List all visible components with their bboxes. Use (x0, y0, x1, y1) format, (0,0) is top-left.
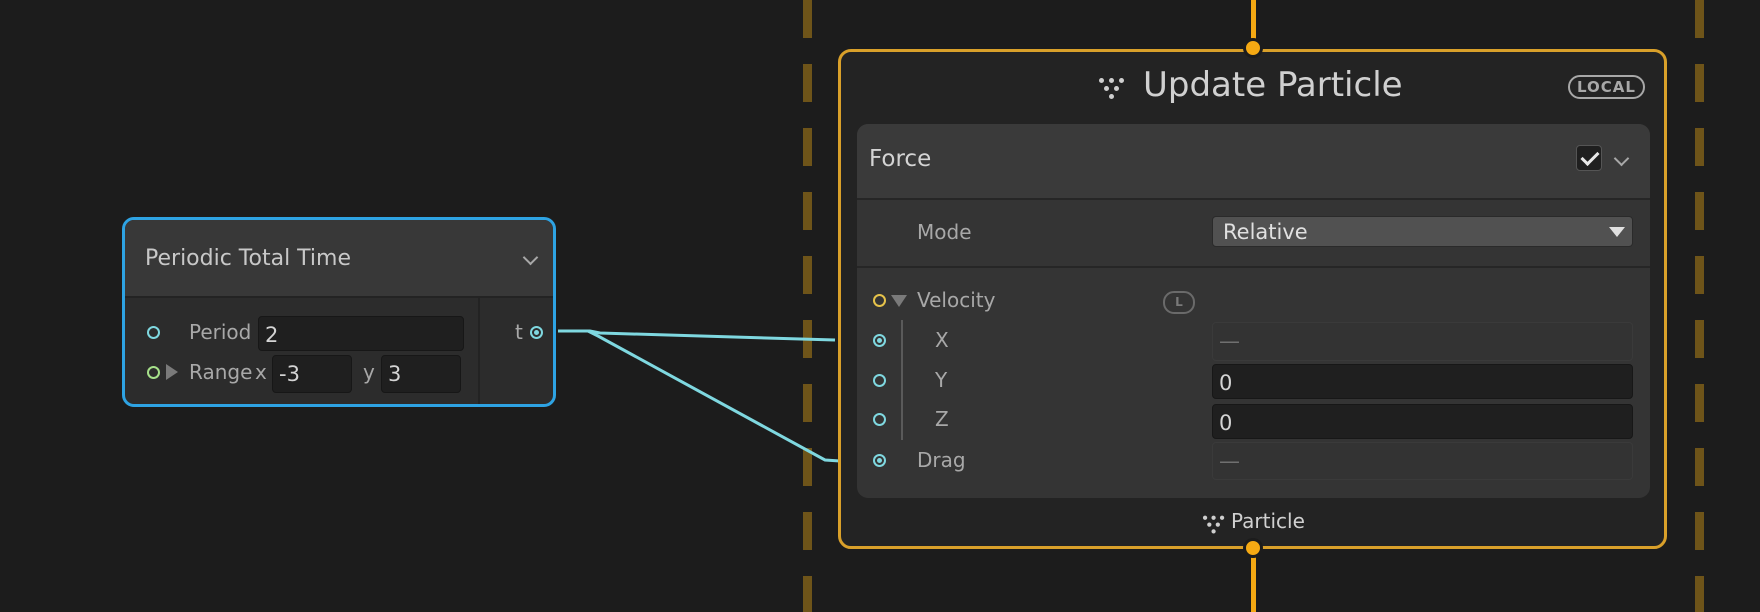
period-input-port[interactable] (147, 326, 160, 339)
edge-t-to-drag (558, 329, 841, 463)
system-border-right (1695, 0, 1704, 612)
block-enabled-checkbox[interactable] (1576, 145, 1602, 171)
range-label: Range (189, 360, 253, 384)
output-t-port[interactable] (530, 326, 543, 339)
mode-dropdown[interactable]: Relative (1212, 216, 1633, 247)
block-title: Force (869, 146, 932, 172)
drag-field: — (1212, 442, 1633, 480)
velocity-x-field: — (1212, 322, 1633, 361)
edge-t-to-velocity-x (558, 329, 836, 342)
velocity-z-label: Z (935, 407, 949, 431)
range-x-label: x (255, 360, 267, 384)
particle-icon (1202, 515, 1225, 535)
context-title: Update Particle (1143, 65, 1403, 105)
period-label: Period (189, 320, 252, 344)
operator-header[interactable]: Periodic Total Time (125, 220, 553, 298)
mode-label: Mode (917, 220, 972, 244)
flow-output-port[interactable] (1243, 538, 1263, 558)
velocity-y-port[interactable] (873, 374, 886, 387)
velocity-input-port[interactable] (873, 294, 886, 307)
velocity-label: Velocity (917, 288, 996, 312)
velocity-z-port[interactable] (873, 413, 886, 426)
range-input-port[interactable] (147, 366, 160, 379)
system-border-left (803, 0, 812, 612)
output-t-label: t (515, 320, 523, 344)
drag-port[interactable] (873, 454, 886, 467)
velocity-x-port[interactable] (873, 334, 886, 347)
chevron-down-icon[interactable] (1613, 150, 1630, 167)
chevron-down-icon[interactable] (522, 249, 539, 266)
flow-input-port[interactable] (1243, 38, 1263, 58)
operator-node-periodic-total-time[interactable]: Periodic Total Time Period 2 Range x -3 … (122, 217, 556, 407)
operator-title: Periodic Total Time (145, 245, 352, 271)
velocity-y-label: Y (935, 368, 948, 392)
velocity-z-field[interactable]: 0 (1212, 404, 1633, 439)
expand-triangle-icon[interactable] (166, 364, 178, 380)
period-field[interactable]: 2 (258, 316, 464, 351)
range-x-field[interactable]: -3 (272, 355, 352, 393)
range-y-label: y (363, 360, 375, 384)
block-force[interactable]: Force Mode Relative Velocity L X — Y 0 Z… (857, 124, 1650, 498)
checkmark-icon (1580, 146, 1600, 167)
output-separator (478, 298, 480, 404)
velocity-space-badge[interactable]: L (1163, 291, 1195, 314)
block-separator (857, 266, 1650, 268)
velocity-y-field[interactable]: 0 (1212, 364, 1633, 399)
context-footer-label: Particle (1231, 509, 1305, 533)
range-y-field[interactable]: 3 (381, 355, 461, 393)
space-badge-local[interactable]: LOCAL (1568, 75, 1645, 99)
collapse-triangle-icon[interactable] (891, 295, 907, 307)
velocity-x-label: X (935, 328, 949, 352)
block-header[interactable]: Force (857, 124, 1650, 200)
dropdown-arrow-icon (1609, 227, 1625, 237)
drag-label: Drag (917, 448, 966, 472)
mode-dropdown-value: Relative (1223, 220, 1308, 244)
particle-icon (1099, 78, 1125, 100)
velocity-children-guide (901, 320, 903, 440)
